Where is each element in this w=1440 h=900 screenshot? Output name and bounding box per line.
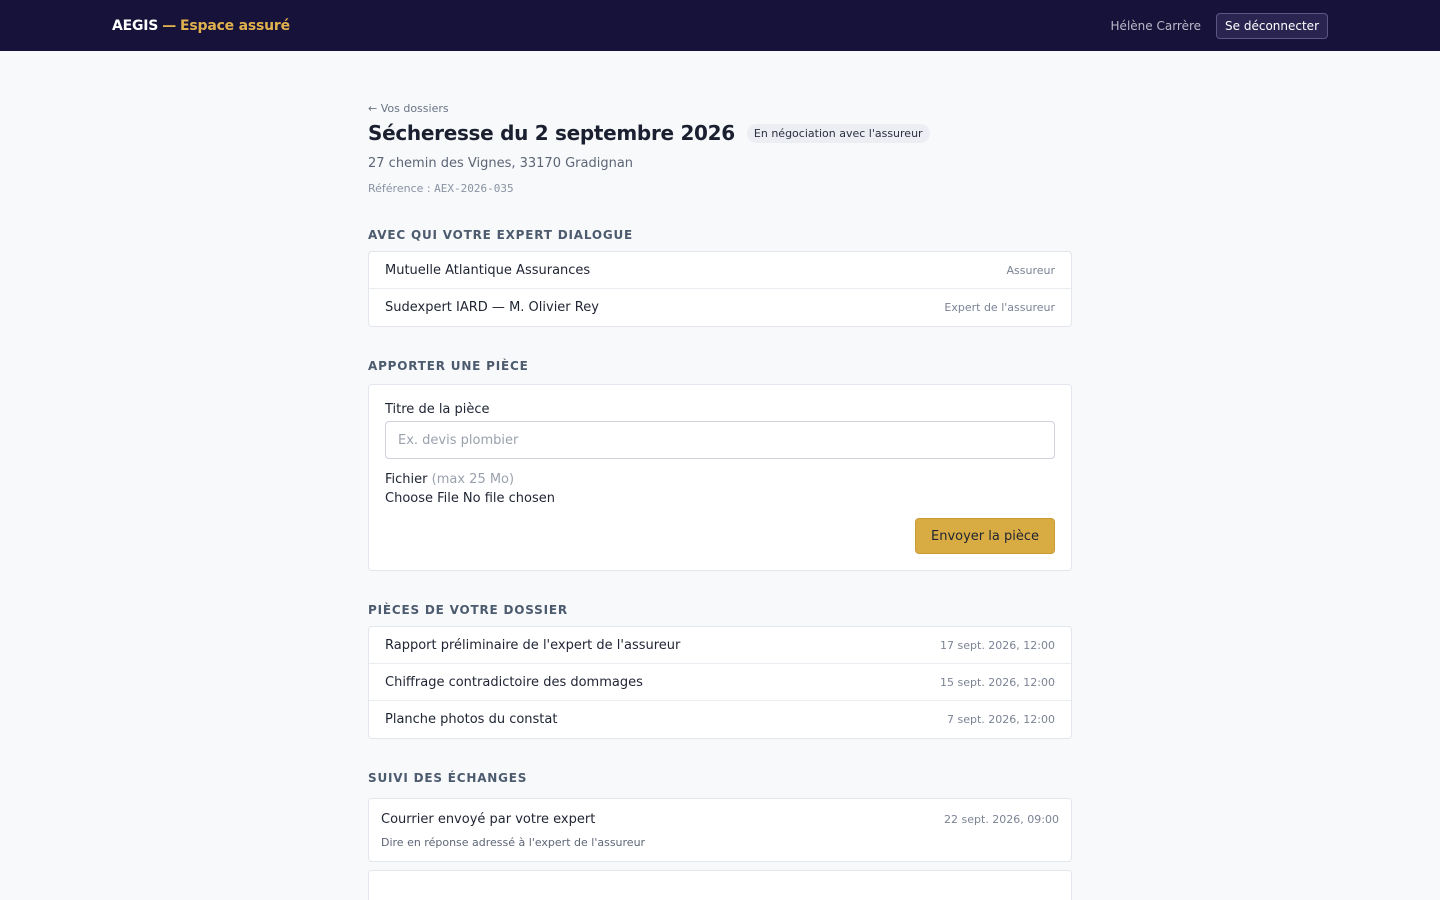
document-title: Planche photos du constat [385,712,558,727]
contact-role: Assureur [1006,263,1055,277]
claim-address: 27 chemin des Vignes, 33170 Gradignan [368,156,634,171]
upload-form: Titre de la pièce Fichier (max 25 Mo) Ch… [368,384,1072,571]
contact-name: Mutuelle Atlantique Assurances [385,262,591,278]
documents-section-title: Pièces de votre dossier [368,603,568,617]
contact-name: Sudexpert IARD — M. Olivier Rey [385,300,599,315]
page-title: Sécheresse du 2 septembre 2026 [368,121,735,145]
logout-button[interactable]: Se déconnecter [1216,12,1328,39]
exchanges-section-title: Suivi des échanges [368,771,528,785]
document-title: Chiffrage contradictoire des dommages [385,674,643,690]
main-content: ← Vos dossiers Sécheresse du 2 septembre… [368,51,1072,900]
reference-label: Référence : [368,182,435,195]
brand-name: AEGIS [112,17,159,34]
brand-logo[interactable]: AEGIS — Espace assuré [112,18,290,34]
exchange-item [368,870,1072,900]
exchange-header: Courrier envoyé par votre expert 22 sept… [381,812,1059,827]
exchange-item: Courrier envoyé par votre expert 22 sept… [368,798,1072,862]
upload-section-title: Apporter une pièce [368,359,529,373]
document-date: 15 sept. 2026, 12:00 [940,675,1055,689]
contacts-list: Mutuelle Atlantique Assurances Assureur … [368,251,1072,327]
form-actions: Envoyer la pièce [385,518,1055,554]
claim-header: Sécheresse du 2 septembre 2026 En négoci… [368,121,1072,145]
document-date: 17 sept. 2026, 12:00 [940,638,1055,652]
top-bar: AEGIS — Espace assuré Hélène Carrère Se dé… [0,0,1440,51]
file-picker: Choose File No file chosen [385,491,1055,506]
list-item[interactable]: Rapport préliminaire de l'expert de l'as… [369,627,1071,664]
brand-separator: — [162,17,176,34]
brand-suffix: Espace assuré [180,17,290,34]
list-item[interactable]: Planche photos du constat 7 sept. 2026, … [369,701,1071,738]
choose-file-button[interactable]: Choose File [385,491,459,506]
send-document-button[interactable]: Envoyer la pièce [915,518,1055,554]
user-name: Hélène Carrère [1110,18,1202,33]
list-item: Mutuelle Atlantique Assurances Assureur [369,252,1071,289]
exchange-title: Courrier envoyé par votre expert [381,812,596,827]
file-size-hint: (max 25 Mo) [431,472,515,487]
contact-role: Expert de l'assureur [944,301,1055,314]
exchange-date: 22 sept. 2026, 09:00 [944,813,1059,826]
list-item[interactable]: Chiffrage contradictoire des dommages 15… [369,664,1071,701]
reference-code: AEX-2026-035 [434,182,514,195]
exchange-description: Dire en réponse adressé à l'expert de l'… [381,836,646,849]
user-area: Hélène Carrère Se déconnecter [1110,12,1328,39]
documents-list: Rapport préliminaire de l'expert de l'as… [368,626,1072,739]
contacts-section-title: Avec qui votre expert dialogue [368,228,634,242]
file-status: No file chosen [462,491,555,506]
document-title: Rapport préliminaire de l'expert de l'as… [385,637,681,653]
back-to-claims-link[interactable]: ← Vos dossiers [368,102,449,115]
list-item: Sudexpert IARD — M. Olivier Rey Expert d… [369,289,1071,326]
file-field-label: Fichier (max 25 Mo) [385,472,1055,487]
status-badge: En négociation avec l'assureur [746,123,930,143]
document-title-input[interactable] [385,421,1055,459]
document-title-label: Titre de la pièce [385,402,490,417]
file-label: Fichier [385,472,428,487]
claim-reference: Référence : AEX-2026-035 [368,182,1072,195]
document-date: 7 sept. 2026, 12:00 [947,713,1055,726]
